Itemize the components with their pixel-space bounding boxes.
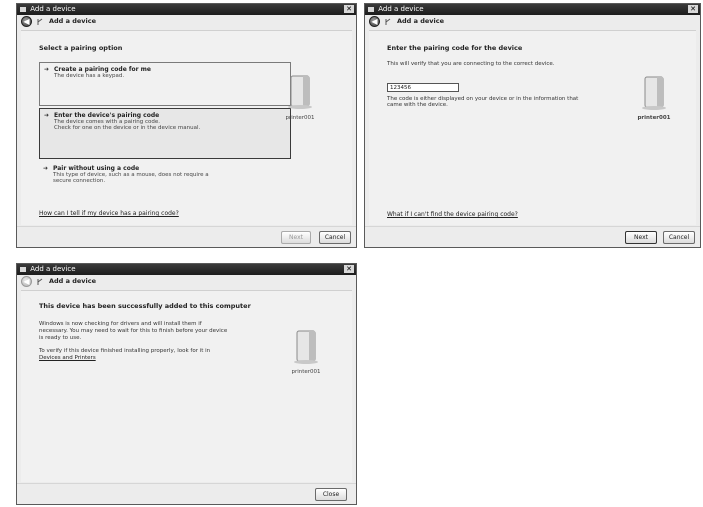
device-name-label: printer001 — [291, 369, 321, 375]
close-icon[interactable]: ✕ — [344, 265, 354, 273]
printer-device-icon — [288, 75, 312, 109]
nav-title: Add a device — [49, 17, 97, 25]
cant-find-code-link[interactable]: What if I can't find the device pairing … — [387, 211, 518, 218]
window-icon — [20, 7, 26, 12]
next-button[interactable]: Next — [281, 231, 311, 244]
add-device-icon — [37, 278, 43, 285]
page-heading: Select a pairing option — [39, 44, 123, 52]
pairing-code-help-link[interactable]: How can I tell if my device has a pairin… — [39, 210, 179, 217]
nav-bar: ◀ Add a device — [365, 15, 700, 29]
next-button[interactable]: Next — [625, 231, 657, 244]
option-title: Enter the device's pairing code — [54, 112, 160, 119]
option-enter-device-code[interactable]: ➜ Enter the device's pairing code The de… — [39, 108, 291, 159]
content-panel: This device has been successfully added … — [21, 290, 352, 482]
add-device-icon — [37, 18, 43, 25]
arrow-icon: ➜ — [44, 112, 50, 119]
printer-device-icon — [642, 76, 666, 110]
option-title: Create a pairing code for me — [54, 66, 151, 73]
dialog-device-added: Add a device ✕ ◀ Add a device This devic… — [16, 263, 357, 505]
back-button[interactable]: ◀ — [369, 16, 380, 27]
info-text-line3: is ready to use. — [39, 335, 82, 341]
footer: Next Cancel — [365, 226, 700, 247]
window-title: Add a device — [30, 265, 76, 273]
dialog-enter-pairing-code: Add a device ✕ ◀ Add a device Enter the … — [364, 3, 701, 248]
title-bar: Add a device ✕ — [365, 4, 700, 15]
arrow-icon: ➜ — [43, 165, 49, 172]
page-heading: Enter the pairing code for the device — [387, 44, 523, 52]
window-title: Add a device — [30, 5, 76, 13]
close-button[interactable]: Close — [315, 488, 347, 501]
window-icon — [20, 267, 26, 272]
option-desc-line2: Check for one on the device or in the de… — [54, 125, 201, 131]
option-desc: The device has a keypad. — [54, 73, 125, 79]
add-device-icon — [385, 18, 391, 25]
cancel-button[interactable]: Cancel — [663, 231, 695, 244]
nav-bar: ◀ Add a device — [17, 15, 356, 29]
info-text-line1: Windows is now checking for drivers and … — [39, 321, 202, 327]
nav-title: Add a device — [397, 17, 445, 25]
content-panel: Enter the pairing code for the device Th… — [369, 30, 696, 225]
nav-title: Add a device — [49, 277, 97, 285]
option-pair-without-code[interactable]: ➜ Pair without using a code This type of… — [39, 165, 289, 193]
nav-bar: ◀ Add a device — [17, 275, 356, 289]
verify-text: To verify if this device finished instal… — [39, 348, 211, 354]
printer-device-icon — [294, 330, 318, 364]
dialog-select-pairing-option: Add a device ✕ ◀ Add a device Select a p… — [16, 3, 357, 248]
window-title: Add a device — [378, 5, 424, 13]
window-icon — [368, 7, 374, 12]
back-button[interactable]: ◀ — [21, 16, 32, 27]
cancel-button[interactable]: Cancel — [319, 231, 351, 244]
option-desc-line2: secure connection. — [53, 178, 106, 184]
footer: Next Cancel — [17, 226, 356, 247]
option-title: Pair without using a code — [53, 165, 140, 172]
content-panel: Select a pairing option ➜ Create a pairi… — [21, 30, 352, 225]
pairing-code-input[interactable]: 123456 — [387, 83, 459, 92]
close-icon[interactable]: ✕ — [344, 5, 354, 13]
title-bar: Add a device ✕ — [17, 4, 356, 15]
device-name-label: printer001 — [285, 115, 315, 121]
helper-text-line2: came with the device. — [387, 102, 448, 108]
back-button[interactable]: ◀ — [21, 276, 32, 287]
page-heading: This device has been successfully added … — [39, 302, 251, 310]
title-bar: Add a device ✕ — [17, 264, 356, 275]
info-text-line2: necessary. You may need to wait for this… — [39, 328, 228, 334]
close-icon[interactable]: ✕ — [688, 5, 698, 13]
option-create-pairing-code[interactable]: ➜ Create a pairing code for me The devic… — [39, 62, 291, 106]
instruction-text: This will verify that you are connecting… — [387, 61, 555, 67]
devices-and-printers-link[interactable]: Devices and Printers — [39, 355, 96, 361]
device-name-label: printer001 — [637, 115, 671, 121]
footer: Close — [17, 483, 356, 504]
arrow-icon: ➜ — [44, 66, 50, 73]
